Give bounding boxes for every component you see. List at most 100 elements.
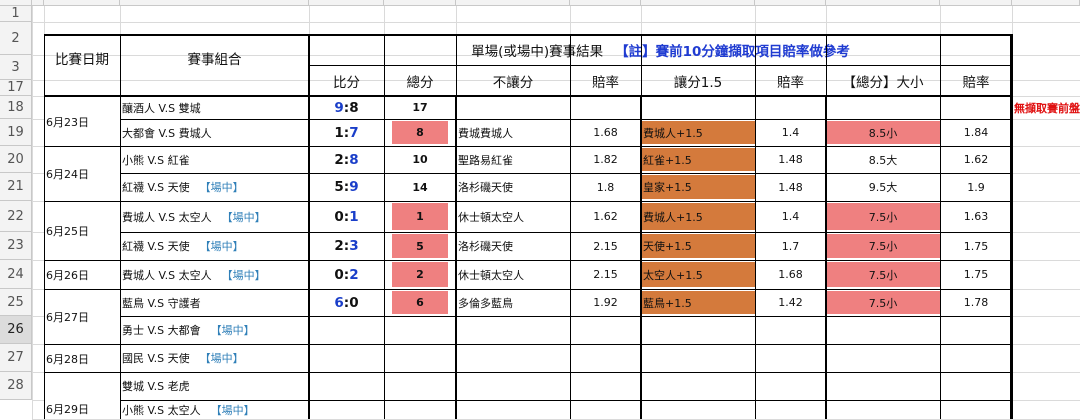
odds3-cell[interactable] [940, 96, 1012, 119]
handicap-cell[interactable]: 天使+1.5 [641, 232, 755, 260]
match-cell[interactable]: 勇士 V.S 大都會 【場中】 [120, 316, 309, 344]
odds-header-3[interactable]: 賠率 [940, 66, 1012, 96]
score-cell[interactable]: 6: 0 [309, 289, 384, 316]
odds3-cell[interactable] [940, 400, 1012, 419]
row-header-20[interactable]: 20 [0, 146, 32, 173]
spreadsheet[interactable]: ABCDEFGHIJKL123171819202122232425262728比… [0, 0, 1080, 420]
odds1-cell[interactable]: 1.82 [570, 146, 641, 173]
score-cell[interactable] [309, 372, 384, 400]
row-header-3[interactable]: 3 [0, 55, 32, 80]
odds3-cell[interactable] [940, 316, 1012, 344]
result-title[interactable]: 單場(或場中)賽事結果 【註】賽前10分鐘擷取項目賠率做參考 [309, 35, 1012, 65]
total-cell[interactable]: 1 [384, 201, 456, 232]
score-cell[interactable] [309, 344, 384, 372]
match-cell[interactable]: 小熊 V.S 紅雀 [120, 146, 309, 173]
odds1-cell[interactable]: 2.15 [570, 260, 641, 289]
handicap-cell[interactable] [641, 96, 755, 119]
match-cell[interactable]: 大都會 V.S 費城人 [120, 119, 309, 146]
odds1-cell[interactable] [570, 372, 641, 400]
odds3-cell[interactable]: 1.63 [940, 201, 1012, 232]
match-cell[interactable]: 雙城 V.S 老虎 [120, 372, 309, 400]
odds2-cell[interactable]: 1.48 [755, 173, 826, 201]
over-under-cell[interactable] [826, 316, 940, 344]
over-under-cell[interactable] [826, 344, 940, 372]
score-cell[interactable] [309, 400, 384, 419]
row-header-23[interactable]: 23 [0, 232, 32, 260]
odds2-cell[interactable]: 1.48 [755, 146, 826, 173]
total-cell[interactable]: 10 [384, 146, 456, 173]
over-under-header[interactable]: 【總分】大小 [826, 66, 940, 96]
no-handicap-header[interactable]: 不讓分 [456, 66, 570, 96]
score-cell[interactable]: 2: 3 [309, 232, 384, 260]
odds3-cell[interactable]: 1.75 [940, 232, 1012, 260]
score-cell[interactable] [309, 316, 384, 344]
match-cell[interactable]: 藍鳥 V.S 守護者 [120, 289, 309, 316]
odds1-cell[interactable]: 1.62 [570, 201, 641, 232]
match-cell[interactable]: 小熊 V.S 太空人 【場中】 [120, 400, 309, 419]
total-cell[interactable]: 5 [384, 232, 456, 260]
row-header-21[interactable]: 21 [0, 173, 32, 201]
odds3-cell[interactable]: 1.75 [940, 260, 1012, 289]
column-header-E[interactable]: E [384, 0, 456, 6]
odds1-cell[interactable] [570, 96, 641, 119]
handicap-cell[interactable]: 藍鳥+1.5 [641, 289, 755, 316]
match-cell[interactable]: 費城人 V.S 太空人 【場中】 [120, 201, 309, 232]
no-handicap-cell[interactable] [456, 316, 570, 344]
over-under-cell[interactable]: 8.5小 [826, 119, 940, 146]
column-header-K[interactable]: K [940, 0, 1012, 6]
score-cell[interactable]: 9: 8 [309, 96, 384, 119]
odds1-cell[interactable] [570, 344, 641, 372]
date-header[interactable]: 比賽日期 [44, 35, 120, 80]
odds2-cell[interactable] [755, 372, 826, 400]
column-header-G[interactable]: G [570, 0, 641, 6]
date-cell[interactable]: 6月29日 [44, 373, 120, 419]
odds1-cell[interactable]: 1.68 [570, 119, 641, 146]
no-handicap-cell[interactable] [456, 96, 570, 119]
odds1-cell[interactable]: 1.8 [570, 173, 641, 201]
odds3-cell[interactable]: 1.62 [940, 146, 1012, 173]
handicap-cell[interactable]: 皇家+1.5 [641, 173, 755, 201]
column-header-L[interactable]: L [1012, 0, 1080, 6]
odds2-cell[interactable] [755, 316, 826, 344]
match-cell[interactable]: 紅襪 V.S 天使 【場中】 [120, 173, 309, 201]
row-header-1[interactable]: 1 [0, 6, 32, 22]
no-handicap-cell[interactable]: 多倫多藍鳥 [456, 289, 570, 316]
row-header-18[interactable]: 18 [0, 96, 32, 119]
row-header-17[interactable]: 17 [0, 80, 32, 96]
over-under-cell[interactable]: 7.5小 [826, 289, 940, 316]
over-under-cell[interactable]: 7.5小 [826, 201, 940, 232]
row-header-28[interactable]: 28 [0, 372, 32, 400]
match-cell[interactable]: 紅襪 V.S 天使 【場中】 [120, 232, 309, 260]
column-header-J[interactable]: J [826, 0, 940, 6]
no-handicap-cell[interactable] [456, 372, 570, 400]
over-under-cell[interactable]: 9.5大 [826, 173, 940, 201]
total-cell[interactable]: 2 [384, 260, 456, 289]
no-handicap-cell[interactable]: 聖路易紅雀 [456, 146, 570, 173]
no-handicap-cell[interactable] [456, 400, 570, 419]
match-cell[interactable]: 費城人 V.S 太空人 【場中】 [120, 260, 309, 289]
over-under-cell[interactable] [826, 400, 940, 419]
handicap-cell[interactable] [641, 400, 755, 419]
odds1-cell[interactable]: 1.92 [570, 289, 641, 316]
over-under-cell[interactable] [826, 372, 940, 400]
no-handicap-cell[interactable] [456, 344, 570, 372]
total-cell[interactable] [384, 344, 456, 372]
handicap-cell[interactable]: 費城人+1.5 [641, 201, 755, 232]
row-header-22[interactable]: 22 [0, 201, 32, 232]
odds3-cell[interactable] [940, 372, 1012, 400]
no-handicap-cell[interactable]: 洛杉磯天使 [456, 232, 570, 260]
odds2-cell[interactable]: 1.4 [755, 119, 826, 146]
row-header-24[interactable]: 24 [0, 260, 32, 289]
score-cell[interactable]: 1: 7 [309, 119, 384, 146]
column-header-C[interactable]: C [120, 0, 309, 6]
score-header[interactable]: 比分 [309, 66, 384, 96]
date-cell[interactable]: 6月27日 [44, 290, 120, 344]
total-cell[interactable]: 8 [384, 119, 456, 146]
date-cell[interactable]: 6月23日 [44, 97, 120, 146]
date-cell[interactable]: 6月25日 [44, 202, 120, 260]
handicap-cell[interactable]: 紅雀+1.5 [641, 146, 755, 173]
row-header-2[interactable]: 2 [0, 22, 32, 55]
total-cell[interactable] [384, 316, 456, 344]
handicap-cell[interactable] [641, 344, 755, 372]
side-note[interactable]: 無擷取賽前盤 [1012, 96, 1080, 119]
